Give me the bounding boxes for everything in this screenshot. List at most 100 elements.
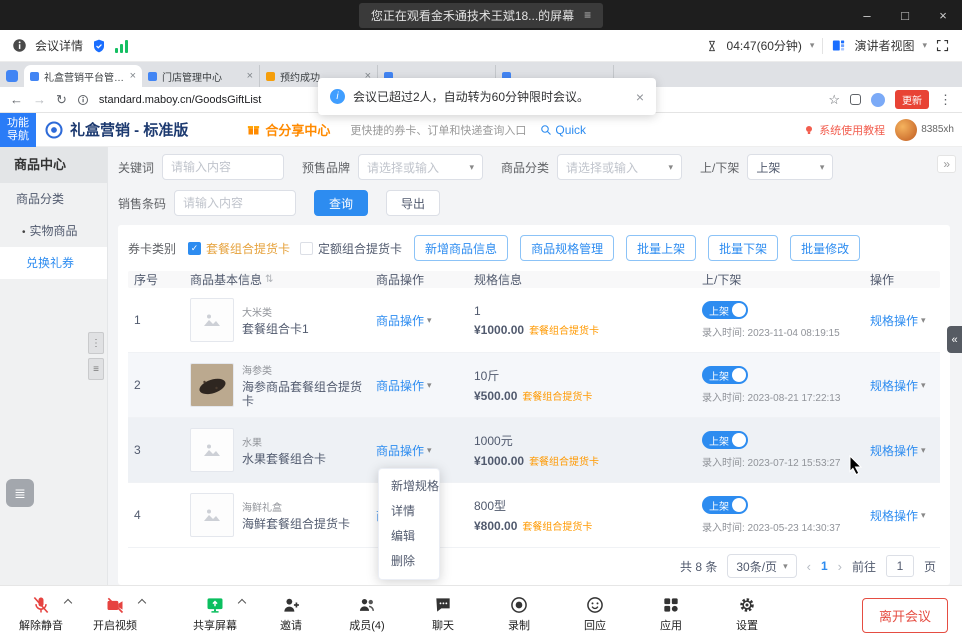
bookmark-star-icon[interactable]: ☆ (828, 92, 840, 108)
menu-item-edit[interactable]: 编辑 (379, 524, 439, 549)
browser-profile-avatar[interactable] (871, 93, 885, 107)
keyword-label: 关键词 (118, 159, 154, 176)
members-button[interactable]: 成员(4) (340, 595, 394, 633)
shelf-toggle[interactable]: 上架 (702, 431, 748, 449)
export-button[interactable]: 导出 (386, 190, 440, 216)
query-button[interactable]: 查询 (314, 190, 368, 216)
close-button[interactable]: × (924, 0, 962, 30)
chevron-up-icon[interactable] (64, 599, 72, 607)
function-nav-toggle[interactable]: 功能导航 (0, 113, 36, 147)
forward-icon[interactable]: → (33, 92, 46, 107)
mic-off-icon (31, 595, 51, 615)
fullscreen-icon[interactable] (935, 38, 950, 53)
network-signal-icon[interactable] (115, 39, 128, 53)
batch-edit-button[interactable]: 批量修改 (790, 235, 860, 261)
chevron-down-icon: ▾ (921, 510, 926, 521)
chevron-up-icon[interactable] (238, 599, 246, 607)
leave-meeting-button[interactable]: 离开会议 (862, 598, 948, 633)
checkbox-combo-card[interactable]: ✓ 套餐组合提货卡 (188, 240, 290, 257)
security-shield-icon[interactable] (91, 38, 107, 54)
apps-button[interactable]: 应用 (644, 595, 698, 633)
spec-manage-button[interactable]: 商品规格管理 (520, 235, 614, 261)
collapse-panel-button[interactable]: » (937, 155, 956, 173)
extensions-icon[interactable] (850, 94, 861, 105)
shelf-toggle[interactable]: 上架 (702, 301, 748, 319)
chat-button[interactable]: 聊天 (416, 595, 470, 633)
product-image (190, 363, 234, 407)
spec-operation-link[interactable]: 规格操作▾ (870, 312, 926, 329)
refresh-icon[interactable]: ↻ (56, 92, 67, 108)
shelf-select[interactable]: 上架▾ (747, 154, 833, 180)
prev-page-button[interactable]: ‹ (807, 559, 811, 574)
invite-button[interactable]: 邀请 (264, 595, 318, 633)
keyword-input[interactable] (162, 154, 284, 180)
sidebar-item-category[interactable]: 商品分类 (0, 183, 107, 215)
product-operation-link[interactable]: 商品操作▾ (376, 377, 432, 394)
spec-operation-link[interactable]: 规格操作▾ (870, 377, 926, 394)
sidebar-mini-handle[interactable]: ⋮ (88, 332, 104, 354)
view-mode-button[interactable]: 演讲者视图 (854, 37, 914, 54)
sort-icon[interactable]: ⇅ (265, 274, 273, 285)
right-collapse-handle[interactable]: « (947, 326, 962, 353)
batch-off-button[interactable]: 批量下架 (708, 235, 778, 261)
batch-on-button[interactable]: 批量上架 (626, 235, 696, 261)
settings-button[interactable]: 设置 (720, 595, 774, 633)
meeting-timer: 04:47(60分钟) (727, 37, 802, 54)
goto-page-input[interactable] (886, 555, 914, 577)
record-button[interactable]: 录制 (492, 595, 546, 633)
apps-grid-icon (661, 595, 681, 615)
browser-apps-icon[interactable] (6, 70, 18, 82)
browser-tab-active[interactable]: 礼盒营销平台管理中心 × (24, 65, 142, 87)
page-size-select[interactable]: 30条/页▾ (727, 554, 796, 578)
quick-search-link[interactable]: Quick (540, 123, 586, 137)
hamburger-icon[interactable]: ≡ (584, 8, 591, 22)
menu-item-detail[interactable]: 详情 (379, 499, 439, 524)
chevron-up-icon[interactable] (138, 599, 146, 607)
chevron-down-icon[interactable]: ▾ (922, 40, 927, 51)
tab-close-icon[interactable]: × (130, 70, 136, 82)
maximize-button[interactable]: □ (886, 0, 924, 30)
category-select[interactable]: 请选择或输入▾ (557, 154, 682, 180)
user-avatar[interactable] (895, 119, 917, 141)
spec-operation-link[interactable]: 规格操作▾ (870, 507, 926, 524)
current-page[interactable]: 1 (821, 559, 828, 573)
add-product-button[interactable]: 新增商品信息 (414, 235, 508, 261)
share-center-link[interactable]: 合分享中心 (246, 120, 330, 139)
brand-select[interactable]: 请选择或输入▾ (358, 154, 483, 180)
menu-item-add-spec[interactable]: 新增规格 (379, 474, 439, 499)
meeting-details-button[interactable]: 会议详情 (35, 37, 83, 54)
meeting-panel-toggle[interactable]: ≣ (6, 479, 34, 507)
start-video-button[interactable]: 开启视频 (88, 595, 142, 633)
chevron-down-icon: ▾ (921, 315, 926, 326)
site-info-icon[interactable] (77, 94, 89, 106)
back-icon[interactable]: ← (10, 92, 23, 107)
url-text[interactable]: standard.maboy.cn/GoodsGiftList (99, 94, 261, 106)
sidebar-item-gift-voucher[interactable]: 兑换礼券 (0, 247, 107, 279)
react-button[interactable]: 回应 (568, 595, 622, 633)
update-badge[interactable]: 更新 (895, 90, 929, 109)
chevron-down-icon[interactable]: ▾ (810, 40, 815, 51)
unmute-button[interactable]: 解除静音 (14, 595, 68, 633)
product-operation-link-open[interactable]: 商品操作▾ (376, 442, 432, 459)
tab-close-icon[interactable]: × (247, 70, 253, 82)
goto-label: 前往 (852, 558, 876, 575)
checkbox-fixed-card[interactable]: 定额组合提货卡 (300, 240, 402, 257)
table-row: 2 海参类海参商品套餐组合提货卡 商品操作▾ 10斤¥500.00套餐组合提货卡… (128, 353, 940, 418)
browser-tab[interactable]: 门店管理中心 × (142, 65, 260, 87)
shelf-toggle[interactable]: 上架 (702, 366, 748, 384)
browser-menu-icon[interactable]: ⋮ (939, 92, 952, 108)
spec-operation-link[interactable]: 规格操作▾ (870, 442, 926, 459)
toast-close-icon[interactable]: × (636, 89, 644, 105)
menu-item-delete[interactable]: 删除 (379, 549, 439, 574)
share-screen-button[interactable]: 共享屏幕 (188, 595, 242, 633)
next-page-button[interactable]: › (838, 559, 842, 574)
tutorial-link[interactable]: 系统使用教程 (803, 122, 885, 138)
pagination: 共 8 条 30条/页▾ ‹ 1 › 前往 页 (128, 548, 940, 580)
product-operation-link[interactable]: 商品操作▾ (376, 312, 432, 329)
shelf-toggle[interactable]: 上架 (702, 496, 748, 514)
minimize-button[interactable]: – (848, 0, 886, 30)
bullet-icon: • (22, 227, 26, 238)
sidebar-mini-handle[interactable]: ≡ (88, 358, 104, 380)
sidebar-item-physical-goods[interactable]: •实物商品 (0, 215, 107, 247)
barcode-input[interactable] (174, 190, 296, 216)
